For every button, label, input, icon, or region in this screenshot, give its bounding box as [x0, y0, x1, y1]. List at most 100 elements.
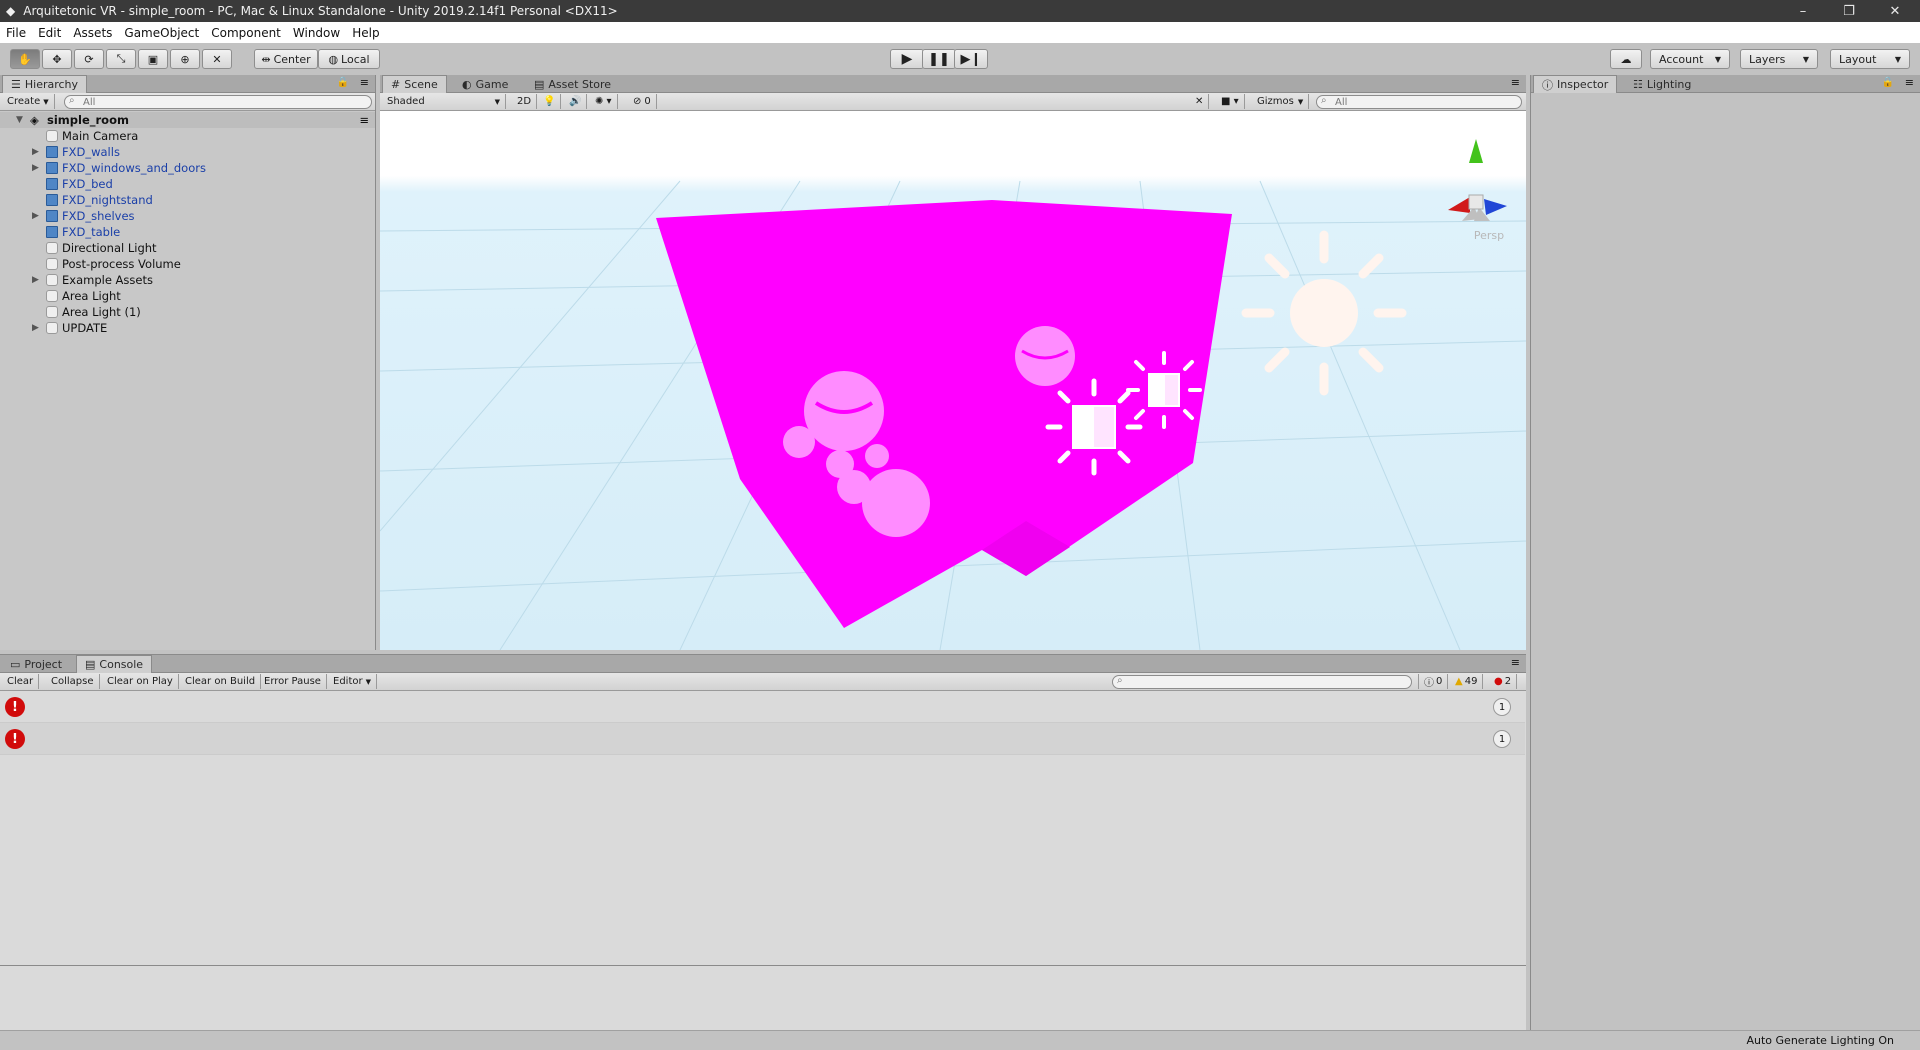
grid-icon: # [391, 78, 401, 91]
inspector-panel: ⓘ Inspector ☷ Lighting 🔒 ≡ [1530, 75, 1920, 1030]
create-dropdown[interactable]: Create ▼ [2, 94, 55, 109]
hierarchy-item[interactable]: Directional Light [0, 240, 375, 256]
tab-lighting[interactable]: ☷ Lighting [1625, 75, 1699, 93]
tab-asset-store[interactable]: ▤ Asset Store [526, 75, 619, 93]
error-filter-toggle[interactable]: ● 2 [1489, 674, 1518, 689]
menu-file[interactable]: File [0, 26, 32, 40]
warning-filter-toggle[interactable]: ▲ 49 [1450, 674, 1484, 689]
expand-arrow-icon[interactable]: ▶ [32, 163, 39, 173]
transform-tool-button[interactable]: ⊕ [170, 49, 200, 69]
space-local-button[interactable]: ◍ Local [318, 49, 380, 69]
account-dropdown[interactable]: Account ▼ [1650, 49, 1730, 69]
hierarchy-item-label: Main Camera [62, 129, 139, 143]
scene-menu-icon[interactable]: ≡ [359, 113, 369, 127]
menu-assets[interactable]: Assets [67, 26, 118, 40]
menu-edit[interactable]: Edit [32, 26, 67, 40]
close-button[interactable]: ✕ [1872, 0, 1918, 22]
tab-project[interactable]: ▭ Project [2, 655, 70, 673]
restore-button[interactable]: ❐ [1826, 0, 1872, 22]
collab-cloud-button[interactable]: ☁ [1610, 49, 1642, 69]
hierarchy-item[interactable]: FXD_nightstand [0, 192, 375, 208]
lock-icon[interactable]: 🔒 [1882, 77, 1894, 88]
hierarchy-item[interactable]: FXD_table [0, 224, 375, 240]
error-pause-button[interactable]: Error Pause [259, 674, 327, 689]
effects-dropdown[interactable]: ✺ ▾ [590, 94, 618, 109]
hierarchy-item[interactable]: ▶ FXD_windows_and_doors [0, 160, 375, 176]
hierarchy-item-label: Directional Light [62, 241, 157, 255]
hierarchy-item[interactable]: ▶ UPDATE [0, 320, 375, 336]
scene-root-row[interactable]: ▼ ◈ simple_room ≡ [0, 112, 375, 128]
audio-toggle[interactable]: 🔊 [564, 94, 588, 109]
panel-menu-icon[interactable]: ≡ [1511, 76, 1520, 89]
play-button[interactable]: ▶ [890, 49, 924, 69]
panel-menu-icon[interactable]: ≡ [360, 76, 369, 89]
step-button[interactable]: ▶❙ [954, 49, 988, 69]
menu-gameobject[interactable]: GameObject [118, 26, 205, 40]
editor-dropdown[interactable]: Editor ▼ [328, 674, 377, 689]
scene-viewport[interactable]: Persp [380, 111, 1526, 650]
hierarchy-item[interactable]: Area Light [0, 288, 375, 304]
expand-arrow-icon[interactable]: ▶ [32, 147, 39, 157]
hierarchy-item-label: Example Assets [62, 273, 153, 287]
tab-inspector[interactable]: ⓘ Inspector [1533, 75, 1618, 93]
camera-dropdown[interactable]: ■ ▾ [1216, 94, 1245, 109]
toggle-2d-button[interactable]: 2D [512, 94, 538, 109]
tab-hierarchy[interactable]: ☰ Hierarchy [2, 75, 88, 93]
gizmos-dropdown[interactable]: Gizmos ▼ [1252, 94, 1310, 109]
pause-button[interactable]: ❚❚ [922, 49, 956, 69]
console-log-row[interactable]: ! 1 [0, 723, 1525, 755]
lock-icon[interactable]: 🔒 [337, 77, 349, 88]
menu-window[interactable]: Window [287, 26, 346, 40]
clear-on-build-button[interactable]: Clear on Build [180, 674, 262, 689]
minimize-button[interactable]: – [1780, 0, 1826, 22]
custom-tool-button[interactable]: ✕ [202, 49, 232, 69]
clear-button[interactable]: Clear [2, 674, 40, 689]
hierarchy-item-label: FXD_walls [62, 145, 120, 159]
console-log-row[interactable]: ! 1 [0, 691, 1525, 723]
move-tool-button[interactable]: ✥ [42, 49, 72, 69]
tab-asset-store-label: Asset Store [548, 77, 612, 91]
hand-tool-button[interactable]: ✋ [10, 49, 40, 69]
hierarchy-item[interactable]: ▶ Example Assets [0, 272, 375, 288]
clear-on-play-button[interactable]: Clear on Play [102, 674, 179, 689]
scene-tools-button[interactable]: ✕ [1190, 94, 1210, 109]
rect-tool-button[interactable]: ▣ [138, 49, 168, 69]
chevron-down-icon: ▼ [1802, 54, 1809, 64]
tab-game[interactable]: ◐ Game [454, 75, 516, 93]
hidden-objects-toggle[interactable]: ⊘ 0 [628, 94, 657, 109]
layers-dropdown[interactable]: Layers ▼ [1740, 49, 1818, 69]
pivot-label: Center [273, 52, 311, 66]
hierarchy-item[interactable]: Area Light (1) [0, 304, 375, 320]
expand-arrow-icon[interactable]: ▶ [32, 323, 39, 333]
draw-mode-dropdown[interactable]: Shaded ▼ [382, 94, 506, 109]
lighting-toggle[interactable]: 💡 [538, 94, 562, 109]
pivot-center-button[interactable]: ⇹ Center [254, 49, 318, 69]
hierarchy-item[interactable]: Post-process Volume [0, 256, 375, 272]
expand-arrow-icon[interactable]: ▶ [32, 211, 39, 221]
menu-component[interactable]: Component [205, 26, 287, 40]
hierarchy-item[interactable]: Main Camera [0, 128, 375, 144]
panel-menu-icon[interactable]: ≡ [1511, 656, 1520, 669]
expand-arrow-icon[interactable]: ▼ [16, 115, 23, 125]
menu-help[interactable]: Help [346, 26, 385, 40]
expand-arrow-icon[interactable]: ▶ [32, 275, 39, 285]
hierarchy-search-input[interactable]: ⌕ All [64, 95, 372, 109]
hand-icon: ✋ [18, 52, 32, 66]
main-toolbar: ✋ ✥ ⟳ ⤡ ▣ ⊕ ✕ ⇹ Center ◍ Local ▶ ❚❚ ▶❙ ☁ A… [0, 43, 1920, 75]
panel-menu-icon[interactable]: ≡ [1905, 76, 1914, 89]
scene-tabbar: # Scene ◐ Game ▤ Asset Store ≡ [380, 75, 1526, 93]
hierarchy-item[interactable]: FXD_bed [0, 176, 375, 192]
tab-console[interactable]: ▤ Console [76, 655, 153, 673]
collapse-button[interactable]: Collapse [46, 674, 100, 689]
rotate-tool-button[interactable]: ⟳ [74, 49, 104, 69]
tab-scene[interactable]: # Scene [382, 75, 447, 93]
scene-search-input[interactable]: ⌕ All [1316, 95, 1522, 109]
console-log-list: ! 1 ! 1 [0, 691, 1526, 1031]
scale-tool-button[interactable]: ⤡ [106, 49, 136, 69]
console-search-input[interactable]: ⌕ [1112, 675, 1412, 689]
status-text: Auto Generate Lighting On [1746, 1034, 1895, 1047]
hierarchy-item[interactable]: ▶ FXD_walls [0, 144, 375, 160]
layout-dropdown[interactable]: Layout ▼ [1830, 49, 1910, 69]
info-filter-toggle[interactable]: ⓘ 0 [1418, 674, 1449, 689]
hierarchy-item[interactable]: ▶ FXD_shelves [0, 208, 375, 224]
